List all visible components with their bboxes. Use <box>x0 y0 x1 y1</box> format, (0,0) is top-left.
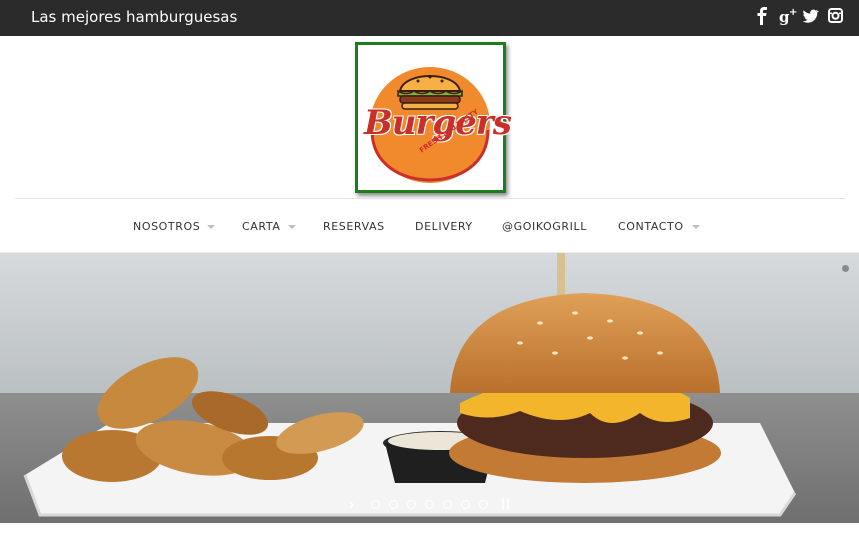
header-divider <box>15 198 845 199</box>
slider-dot-1[interactable] <box>371 500 380 509</box>
pause-icon[interactable] <box>502 499 509 510</box>
site-logo[interactable]: Burgers FRESH and TASTY <box>355 42 512 193</box>
nav-item-instagram-handle[interactable]: @GOIKOGRILL <box>502 219 587 235</box>
nav-item-delivery[interactable]: DELIVERY <box>415 219 473 235</box>
slider-indicator-dot <box>842 265 849 272</box>
slider-dot-2[interactable] <box>389 500 398 509</box>
nav-item-carta[interactable]: CARTA <box>242 219 280 235</box>
site-tagline: Las mejores hamburguesas <box>31 8 238 26</box>
hero-slider[interactable] <box>0 253 859 523</box>
top-bar: Las mejores hamburguesas g + <box>0 0 859 36</box>
slider-dot-7[interactable] <box>479 500 488 509</box>
chevron-down-icon <box>207 225 215 229</box>
slider-dot-5[interactable] <box>443 500 452 509</box>
slider-dot-4[interactable] <box>425 500 434 509</box>
nav-item-nosotros[interactable]: NOSOTROS <box>133 219 200 235</box>
twitter-icon[interactable] <box>802 6 819 26</box>
chevron-down-icon <box>692 225 700 229</box>
slider-next-button[interactable]: › <box>349 496 354 514</box>
slider-dot-6[interactable] <box>461 500 470 509</box>
instagram-icon[interactable] <box>828 6 843 26</box>
facebook-icon[interactable] <box>755 6 769 26</box>
svg-text:+: + <box>789 7 797 18</box>
chevron-down-icon <box>288 225 296 229</box>
google-plus-icon[interactable]: g + <box>779 6 799 26</box>
nav-item-reservas[interactable]: RESERVAS <box>323 219 385 235</box>
slider-dot-3[interactable] <box>407 500 416 509</box>
slide-image-burger <box>0 253 859 523</box>
nav-item-contacto[interactable]: CONTACTO <box>618 219 684 235</box>
